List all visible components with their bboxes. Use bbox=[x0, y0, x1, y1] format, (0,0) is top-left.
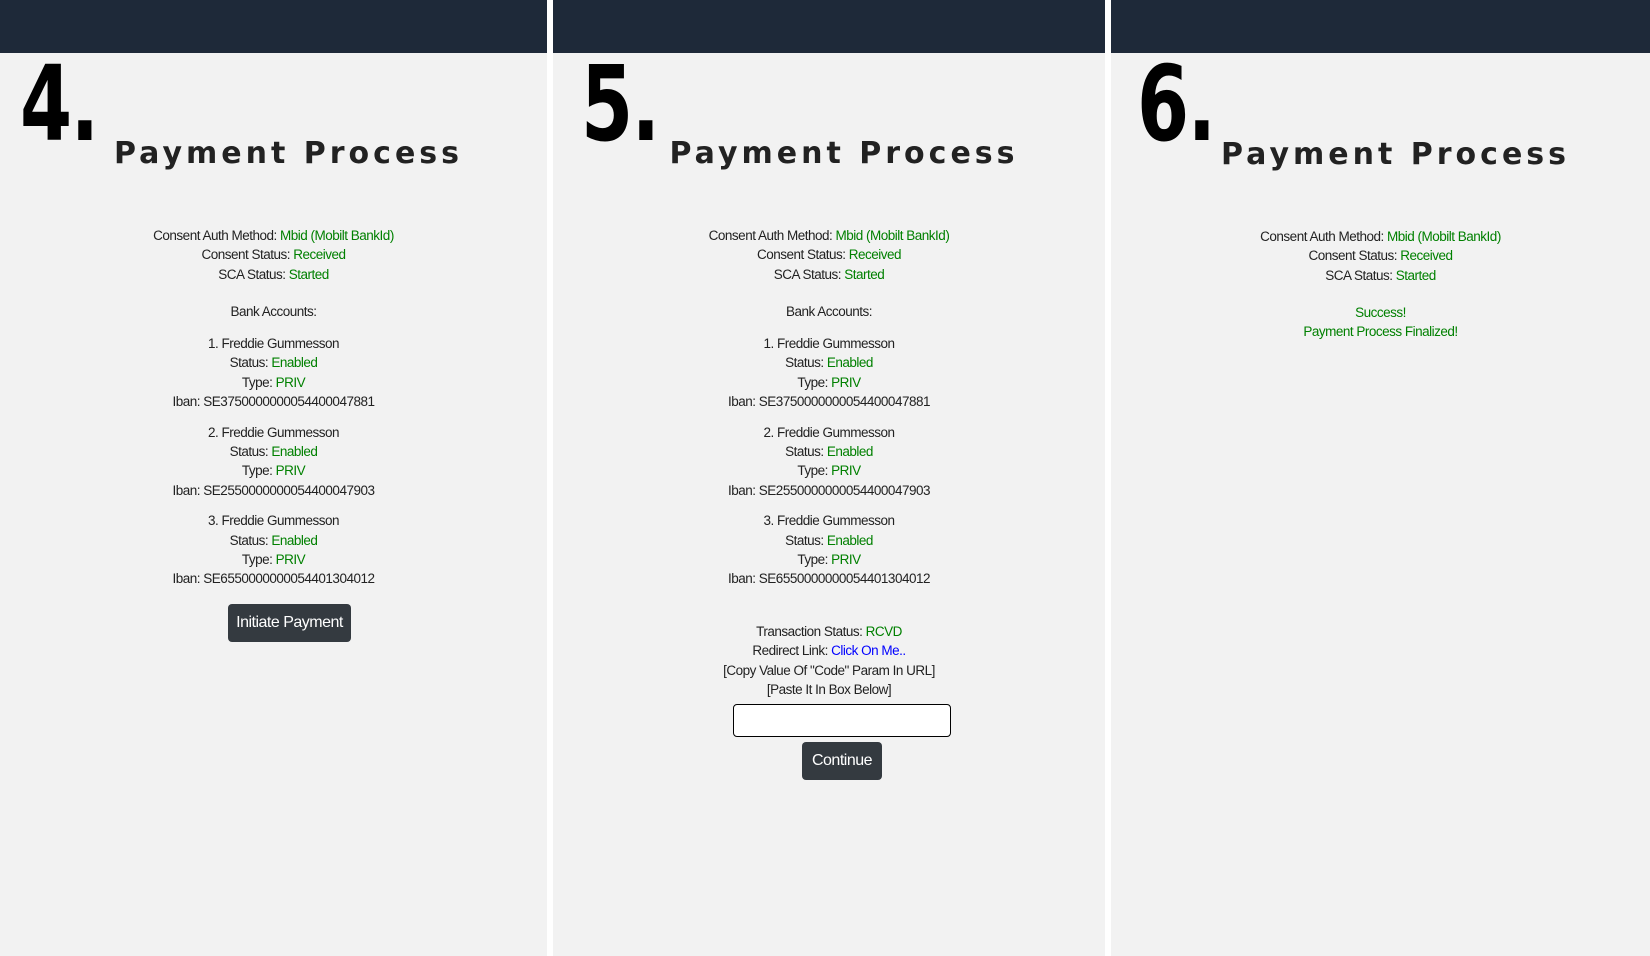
account-status-value: Enabled bbox=[826, 355, 874, 371]
consent-status-value: Received bbox=[1400, 248, 1453, 264]
sca-status-value: Started bbox=[288, 266, 330, 282]
account-status-label: Status: bbox=[229, 444, 272, 460]
continue-button[interactable]: Continue bbox=[802, 742, 882, 780]
account-name: 1. Freddie Gummesson bbox=[207, 336, 340, 351]
page-title: Payment Process bbox=[1220, 137, 1571, 172]
account-name: 3. Freddie Gummesson bbox=[763, 513, 895, 529]
redirect-link[interactable]: Click On Me.. bbox=[831, 643, 906, 658]
auth-method-value: Mbid (Mobilt BankId) bbox=[1387, 229, 1501, 244]
account-iban-value: SE3750000000054400047881 bbox=[203, 394, 375, 410]
account-iban-label: Iban: bbox=[172, 571, 204, 587]
finalized-text: Payment Process Finalized! bbox=[1303, 324, 1458, 340]
page-title: Payment Process bbox=[669, 136, 1019, 171]
success-message: Success! Payment Process Finalized! bbox=[1111, 303, 1650, 342]
transaction-info: Transaction Status: RCVD Redirect Link: … bbox=[553, 622, 1105, 700]
panel-step-5: 5. Payment Process Consent Auth Method: … bbox=[553, 0, 1105, 956]
copy-instruction: [Copy Value Of "Code" Param In URL] bbox=[723, 662, 935, 678]
auth-method-label: Consent Auth Method: bbox=[708, 228, 836, 243]
sca-status-value: Started bbox=[844, 266, 885, 282]
account-iban-value: SE3750000000054400047881 bbox=[758, 394, 931, 410]
account-status-label: Status: bbox=[785, 355, 827, 371]
account-type-label: Type: bbox=[797, 463, 832, 479]
account-status-label: Status: bbox=[785, 444, 827, 460]
account-item: 1. Freddie Gummesson Status: Enabled Type:… bbox=[553, 334, 1105, 412]
consent-status-label: Consent Status: bbox=[756, 247, 849, 263]
page-title: Payment Process bbox=[113, 136, 464, 171]
account-status-value: Enabled bbox=[271, 355, 318, 371]
account-name: 2. Freddie Gummesson bbox=[763, 424, 895, 440]
transaction-status-value: RCVD bbox=[865, 624, 903, 639]
account-item: 1. Freddie Gummesson Status: Enabled Type:… bbox=[0, 334, 547, 412]
account-iban-label: Iban: bbox=[172, 394, 204, 410]
consent-info: Consent Auth Method: Mbid (Mobilt BankId… bbox=[0, 226, 547, 284]
sca-status-label: SCA Status: bbox=[218, 266, 289, 282]
consent-info: Consent Auth Method: Mbid (Mobilt BankId… bbox=[553, 226, 1105, 284]
account-type-value: PRIV bbox=[275, 374, 306, 390]
auth-method-label: Consent Auth Method: bbox=[153, 228, 281, 243]
account-iban-label: Iban: bbox=[172, 482, 204, 498]
sca-status-value: Started bbox=[1395, 267, 1437, 283]
code-input[interactable] bbox=[733, 704, 951, 737]
account-type-label: Type: bbox=[797, 552, 832, 568]
panel-step-4: 4. Payment Process Consent Auth Method: … bbox=[0, 0, 547, 956]
account-item: 3. Freddie Gummesson Status: Enabled Type:… bbox=[553, 511, 1105, 589]
initiate-payment-button[interactable]: Initiate Payment bbox=[228, 604, 351, 642]
account-iban-label: Iban: bbox=[728, 482, 759, 498]
account-status-value: Enabled bbox=[826, 532, 874, 548]
success-text: Success! bbox=[1355, 305, 1406, 320]
consent-info: Consent Auth Method: Mbid (Mobilt BankId… bbox=[1111, 227, 1650, 285]
sca-status-label: SCA Status: bbox=[1325, 267, 1396, 283]
account-item: 2. Freddie Gummesson Status: Enabled Type:… bbox=[0, 423, 547, 501]
account-name: 1. Freddie Gummesson bbox=[763, 336, 895, 351]
consent-status-value: Received bbox=[848, 247, 902, 263]
account-status-value: Enabled bbox=[271, 532, 318, 548]
auth-method-value: Mbid (Mobilt BankId) bbox=[280, 228, 394, 243]
account-status-value: Enabled bbox=[271, 444, 318, 460]
account-item: 2. Freddie Gummesson Status: Enabled Type:… bbox=[553, 423, 1105, 501]
account-status-label: Status: bbox=[785, 532, 827, 548]
paste-instruction: [Paste It In Box Below] bbox=[766, 682, 892, 698]
auth-method-label: Consent Auth Method: bbox=[1260, 229, 1388, 244]
account-list: 1. Freddie Gummesson Status: Enabled Type:… bbox=[553, 334, 1105, 600]
account-name: 3. Freddie Gummesson bbox=[207, 513, 340, 529]
account-name: 2. Freddie Gummesson bbox=[207, 424, 340, 440]
sca-status-label: SCA Status: bbox=[773, 266, 845, 282]
account-type-value: PRIV bbox=[275, 552, 306, 568]
bank-accounts-heading: Bank Accounts: bbox=[785, 304, 873, 319]
account-type-value: PRIV bbox=[831, 374, 861, 390]
auth-method-value: Mbid (Mobilt BankId) bbox=[835, 228, 950, 243]
account-type-label: Type: bbox=[797, 374, 832, 390]
account-type-label: Type: bbox=[241, 552, 276, 568]
account-iban-label: Iban: bbox=[728, 571, 759, 587]
redirect-link-label: Redirect Link: bbox=[752, 643, 832, 659]
account-status-label: Status: bbox=[229, 532, 272, 548]
account-type-label: Type: bbox=[241, 463, 276, 479]
account-type-value: PRIV bbox=[831, 463, 861, 479]
consent-status-value: Received bbox=[293, 247, 346, 263]
account-type-value: PRIV bbox=[831, 552, 861, 568]
transaction-status-label: Transaction Status: bbox=[756, 624, 866, 639]
consent-status-label: Consent Status: bbox=[1308, 248, 1401, 264]
account-iban-label: Iban: bbox=[728, 394, 759, 410]
account-type-value: PRIV bbox=[275, 463, 306, 479]
account-status-value: Enabled bbox=[826, 444, 874, 460]
bank-accounts-heading: Bank Accounts: bbox=[230, 304, 317, 319]
account-iban-value: SE2550000000054400047903 bbox=[758, 482, 931, 498]
account-list: 1. Freddie Gummesson Status: Enabled Type:… bbox=[0, 334, 547, 600]
account-iban-value: SE2550000000054400047903 bbox=[203, 482, 375, 498]
account-iban-value: SE6550000000054401304012 bbox=[203, 571, 375, 587]
consent-status-label: Consent Status: bbox=[201, 247, 294, 263]
account-iban-value: SE6550000000054401304012 bbox=[758, 571, 931, 587]
account-status-label: Status: bbox=[229, 355, 272, 371]
account-type-label: Type: bbox=[241, 374, 276, 390]
panel-step-6: 6. Payment Process Consent Auth Method: … bbox=[1111, 0, 1650, 956]
account-item: 3. Freddie Gummesson Status: Enabled Type:… bbox=[0, 511, 547, 589]
